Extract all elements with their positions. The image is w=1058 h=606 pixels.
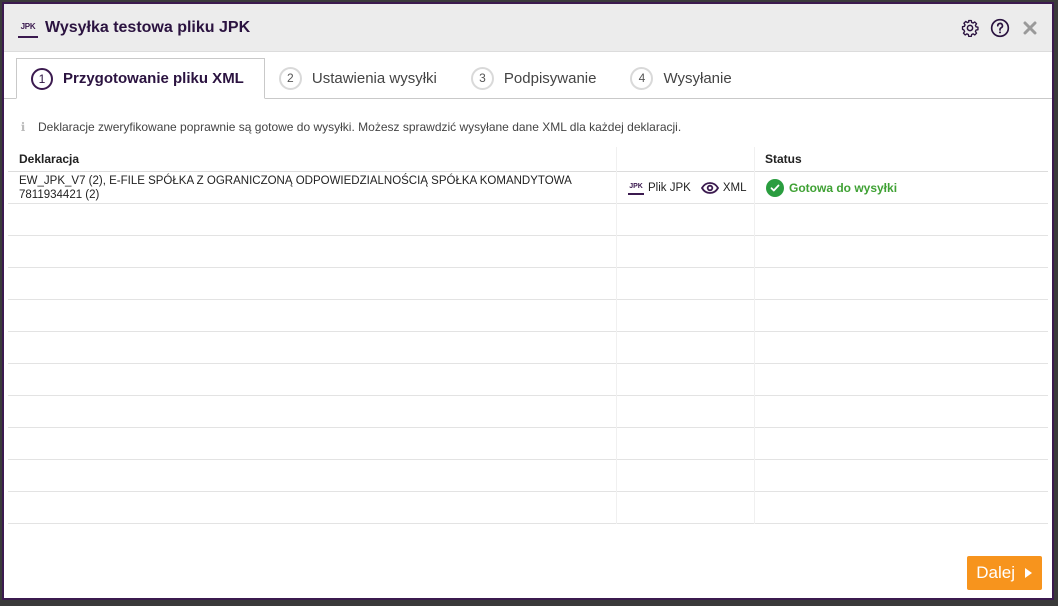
tab-label: Podpisywanie [503, 69, 597, 87]
jpk-file-icon: JPK [628, 180, 644, 195]
jpk-logo-icon: JPK [18, 18, 38, 38]
tab-label: Wysyłanie [663, 69, 732, 87]
tab-step-number: 1 [31, 67, 53, 90]
table-row-empty [8, 492, 1048, 524]
table-row-empty [8, 300, 1048, 332]
table-row-empty [8, 460, 1048, 492]
tab-step-number: 2 [278, 66, 302, 90]
check-circle-icon [766, 178, 784, 197]
table-row-empty [8, 204, 1048, 236]
xml-label: XML [722, 181, 747, 194]
tab-sending[interactable]: 4 Wysyłanie [616, 58, 751, 98]
info-icon: ℹ [20, 120, 26, 134]
status-label: Gotowa do wysyłki [789, 180, 898, 195]
file-links-cell: JPK Plik JPK XML [623, 180, 760, 195]
close-icon [1023, 21, 1037, 34]
tab-label: Przygotowanie pliku XML [63, 70, 244, 87]
send-test-dialog: JPK Wysyłka testowa pliku JPK 1 Przygoto… [2, 2, 1054, 600]
info-text: Deklaracje zweryfikowane poprawnie są go… [38, 120, 682, 134]
tab-label: Ustawienia wysyłki [311, 69, 437, 87]
jpk-file-label: Plik JPK [648, 181, 691, 194]
declarations-table: Deklaracja Status EW_JPK_V7 (2), E-FILE … [4, 147, 1052, 524]
help-icon [990, 18, 1010, 37]
table-row-empty [8, 428, 1048, 460]
gear-icon [961, 19, 979, 37]
declaration-cell: EW_JPK_V7 (2), E-FILE SPÓŁKA Z OGRANICZO… [8, 174, 623, 202]
column-header-status: Status [765, 152, 802, 166]
tab-step-number: 4 [630, 66, 654, 90]
arrow-right-icon [1025, 568, 1032, 578]
titlebar-actions [960, 18, 1040, 38]
tab-prepare-xml[interactable]: 1 Przygotowanie pliku XML [16, 58, 265, 99]
declaration-name: EW_JPK_V7 (2), E-FILE SPÓŁKA Z OGRANICZO… [19, 174, 572, 187]
tab-step-number: 3 [470, 66, 494, 90]
dialog-title: Wysyłka testowa pliku JPK [45, 18, 251, 36]
column-divider [616, 147, 617, 524]
table-row-empty [8, 364, 1048, 396]
jpk-file-link[interactable]: JPK Plik JPK [628, 180, 691, 195]
next-button-label: Dalej [976, 563, 1015, 582]
wizard-tabs: 1 Przygotowanie pliku XML 2 Ustawienia w… [4, 52, 1052, 99]
dialog-titlebar: JPK Wysyłka testowa pliku JPK [4, 4, 1052, 52]
close-button[interactable] [1020, 18, 1040, 38]
table-header: Deklaracja Status [8, 147, 1048, 172]
eye-icon [700, 181, 719, 194]
table-row-empty [8, 268, 1048, 300]
status-cell: Gotowa do wysyłki [760, 178, 898, 197]
settings-button[interactable] [960, 18, 980, 38]
column-header-declaration: Deklaracja [19, 152, 80, 166]
table-row[interactable]: EW_JPK_V7 (2), E-FILE SPÓŁKA Z OGRANICZO… [8, 172, 1048, 204]
help-button[interactable] [990, 18, 1010, 38]
tab-send-settings[interactable]: 2 Ustawienia wysyłki [265, 58, 457, 98]
table-row-empty [8, 332, 1048, 364]
table-row-empty [8, 236, 1048, 268]
table-row-empty [8, 396, 1048, 428]
dialog-footer: Dalej [967, 556, 1042, 590]
xml-preview-link[interactable]: XML [700, 181, 747, 194]
next-button[interactable]: Dalej [967, 556, 1042, 590]
info-message: ℹ Deklaracje zweryfikowane poprawnie są … [4, 113, 1052, 141]
declaration-nip: 7811934421 (2) [19, 188, 100, 201]
tab-signing[interactable]: 3 Podpisywanie [457, 58, 617, 98]
column-divider [754, 147, 755, 524]
